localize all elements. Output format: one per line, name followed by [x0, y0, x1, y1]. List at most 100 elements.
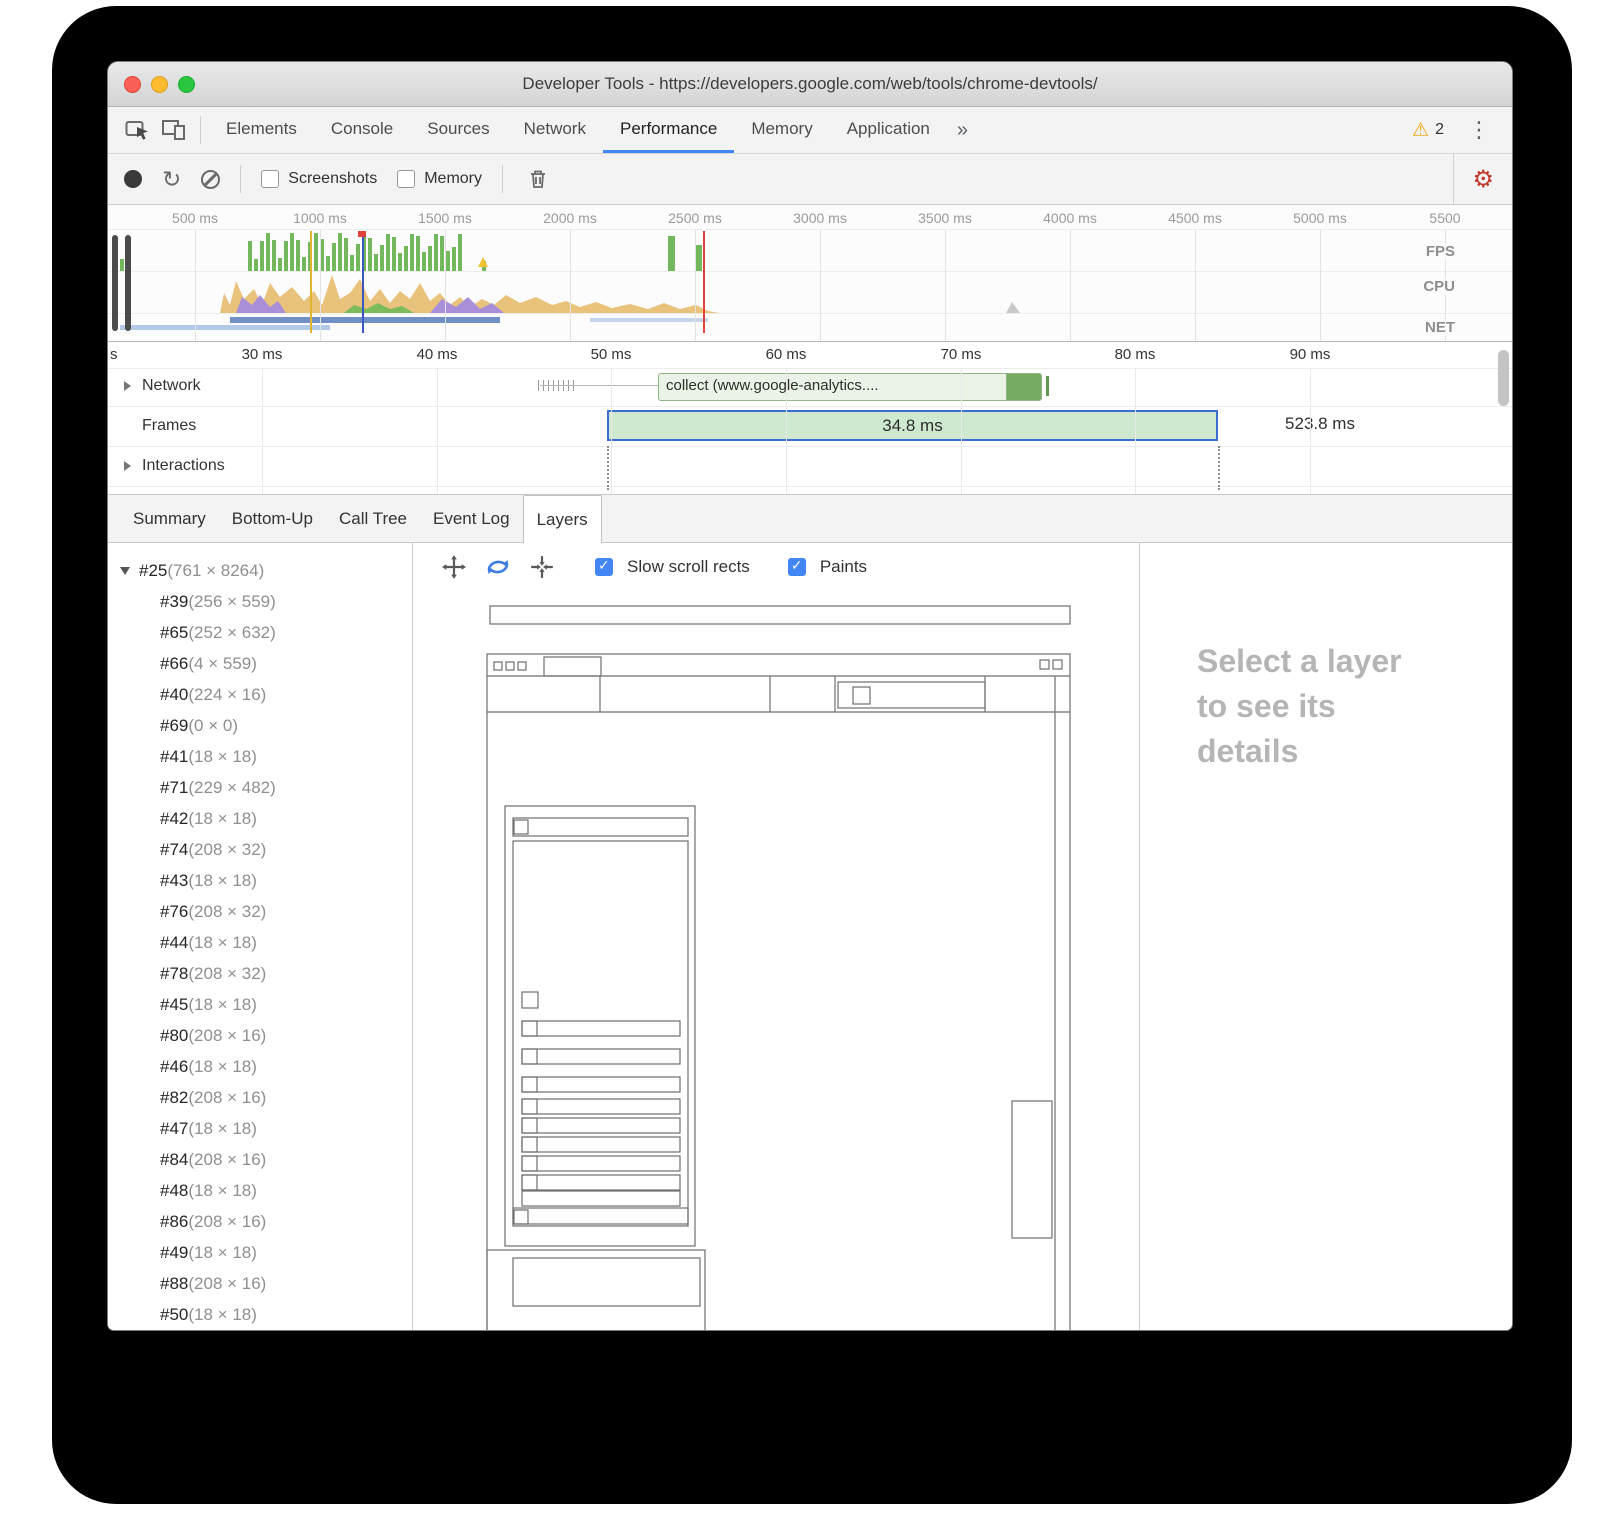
- tabbar-right-controls: ⚠ 2 ⋮: [1412, 107, 1502, 153]
- tab-call-tree[interactable]: Call Tree: [326, 495, 420, 542]
- layer-tree-item[interactable]: #66(4 × 559): [108, 648, 412, 679]
- inspect-element-icon[interactable]: [120, 107, 156, 153]
- tab-memory[interactable]: Memory: [734, 107, 829, 153]
- tab-elements[interactable]: Elements: [209, 107, 314, 153]
- network-row-label[interactable]: Network: [142, 377, 201, 395]
- layer-tree-item[interactable]: #88(208 × 16): [108, 1268, 412, 1299]
- clear-recording-button[interactable]: [201, 170, 220, 189]
- timeline-grid-line: [262, 368, 263, 494]
- layer-tree-item[interactable]: #43(18 × 18): [108, 865, 412, 896]
- toolbar-divider: [502, 165, 503, 193]
- layer-tree-item[interactable]: #76(208 × 32): [108, 896, 412, 927]
- warning-count[interactable]: 2: [1435, 121, 1444, 139]
- memory-checkbox[interactable]: [397, 170, 415, 188]
- layer-tree-item[interactable]: #25(761 × 8264): [108, 555, 412, 586]
- timeline-grid-line: [437, 368, 438, 494]
- layer-tree-item[interactable]: #45(18 × 18): [108, 989, 412, 1020]
- layer-tree-item[interactable]: #42(18 × 18): [108, 803, 412, 834]
- layer-tree-item[interactable]: #44(18 × 18): [108, 927, 412, 958]
- timeline-scrollbar-thumb[interactable]: [1498, 350, 1509, 406]
- screenshots-checkbox[interactable]: [261, 170, 279, 188]
- record-button[interactable]: [124, 170, 142, 188]
- layer-tree-item[interactable]: #80(208 × 16): [108, 1020, 412, 1051]
- layer-tree-item[interactable]: #50(18 × 18): [108, 1299, 412, 1330]
- selected-frame-bar[interactable]: 34.8 ms: [607, 410, 1218, 441]
- layer-id: #44: [160, 927, 188, 958]
- slow-scroll-rects-checkbox[interactable]: [595, 558, 613, 576]
- overview-grid-line: [945, 229, 946, 341]
- device-toolbar-icon[interactable]: [156, 107, 192, 153]
- expand-caret-icon[interactable]: [120, 567, 130, 575]
- layer-tree-item[interactable]: #69(0 × 0): [108, 710, 412, 741]
- tab-summary[interactable]: Summary: [120, 495, 219, 542]
- network-request-pill[interactable]: collect (www.google-analytics....: [658, 373, 1042, 401]
- layer-tree-item[interactable]: #49(18 × 18): [108, 1237, 412, 1268]
- tab-event-log[interactable]: Event Log: [420, 495, 523, 542]
- garbage-collect-icon[interactable]: [523, 164, 553, 194]
- layer-tree-item[interactable]: #86(208 × 16): [108, 1206, 412, 1237]
- tab-network[interactable]: Network: [507, 107, 603, 153]
- layer-wireframe-canvas[interactable]: [413, 591, 1139, 1330]
- reset-view-icon[interactable]: [527, 552, 557, 582]
- slow-scroll-rects-label[interactable]: Slow scroll rects: [627, 557, 750, 577]
- zoom-window-button[interactable]: [178, 76, 195, 93]
- layer-size: (18 × 18): [188, 741, 257, 772]
- pan-mode-icon[interactable]: [439, 552, 469, 582]
- layer-tree-item[interactable]: #40(224 × 16): [108, 679, 412, 710]
- frames-row-label[interactable]: Frames: [142, 417, 196, 435]
- layer-tree-item[interactable]: #82(208 × 16): [108, 1082, 412, 1113]
- paints-label[interactable]: Paints: [820, 557, 867, 577]
- layer-tree-item[interactable]: #74(208 × 32): [108, 834, 412, 865]
- layer-tree-item[interactable]: #48(18 × 18): [108, 1175, 412, 1206]
- layer-size: (208 × 16): [188, 1082, 266, 1113]
- settings-gear-icon[interactable]: ⚙: [1453, 154, 1512, 204]
- layer-tree-item[interactable]: #65(252 × 632): [108, 617, 412, 648]
- net-bar-light: [590, 318, 708, 322]
- overview-selection-handle-right[interactable]: [125, 235, 131, 331]
- performance-overview[interactable]: 500 ms1000 ms1500 ms2000 ms2500 ms3000 m…: [108, 205, 1512, 342]
- layer-tree-item[interactable]: #84(208 × 16): [108, 1144, 412, 1175]
- cpu-area-other: [1006, 302, 1020, 313]
- paints-checkbox[interactable]: [788, 558, 806, 576]
- memory-label[interactable]: Memory: [424, 170, 482, 188]
- close-window-button[interactable]: [124, 76, 141, 93]
- layer-tree-item[interactable]: #46(18 × 18): [108, 1051, 412, 1082]
- cpu-area-rendering: [236, 295, 286, 313]
- panel-tabs: ElementsConsoleSourcesNetworkPerformance…: [209, 107, 947, 153]
- tab-performance[interactable]: Performance: [603, 107, 734, 153]
- warning-icon[interactable]: ⚠: [1412, 119, 1429, 142]
- tab-console[interactable]: Console: [314, 107, 410, 153]
- layer-id: #46: [160, 1051, 188, 1082]
- event-marker-line: [362, 231, 364, 333]
- timeline-ruler-partial-label: s: [110, 346, 118, 363]
- layer-tree-item[interactable]: #78(208 × 32): [108, 958, 412, 989]
- layer-tree-item[interactable]: #47(18 × 18): [108, 1113, 412, 1144]
- network-request-wait-line: [540, 385, 658, 386]
- detail-tabbar: SummaryBottom-UpCall TreeEvent LogLayers: [108, 495, 1512, 543]
- layer-tree-item[interactable]: #71(229 × 482): [108, 772, 412, 803]
- overview-time-label: 500 ms: [172, 210, 218, 226]
- interactions-disclosure-icon[interactable]: [124, 461, 131, 471]
- layer-id: #47: [160, 1113, 188, 1144]
- tab-application[interactable]: Application: [830, 107, 947, 153]
- layer-tree-item[interactable]: #41(18 × 18): [108, 741, 412, 772]
- timeline-grid-line: [611, 368, 612, 494]
- minimize-window-button[interactable]: [151, 76, 168, 93]
- reload-and-profile-button[interactable]: ↻: [162, 168, 181, 191]
- net-bar-dark: [230, 317, 500, 323]
- more-tabs-button[interactable]: »: [947, 107, 978, 153]
- screenshots-label[interactable]: Screenshots: [288, 170, 377, 188]
- overview-selection-handle-left[interactable]: [112, 235, 118, 331]
- network-disclosure-icon[interactable]: [124, 381, 131, 391]
- details-placeholder: Select a layer to see its details: [1197, 639, 1402, 774]
- timeline-details[interactable]: s Network collect (www.google-analytics.…: [108, 342, 1512, 495]
- more-options-icon[interactable]: ⋮: [1460, 117, 1498, 143]
- tab-bottom-up[interactable]: Bottom-Up: [219, 495, 326, 542]
- layer-size: (224 × 16): [188, 679, 266, 710]
- layer-size: (208 × 16): [188, 1268, 266, 1299]
- rotate-mode-icon[interactable]: [483, 552, 513, 582]
- tab-layers[interactable]: Layers: [523, 495, 602, 543]
- layer-tree-item[interactable]: #39(256 × 559): [108, 586, 412, 617]
- tab-sources[interactable]: Sources: [410, 107, 506, 153]
- interactions-row-label[interactable]: Interactions: [142, 457, 225, 475]
